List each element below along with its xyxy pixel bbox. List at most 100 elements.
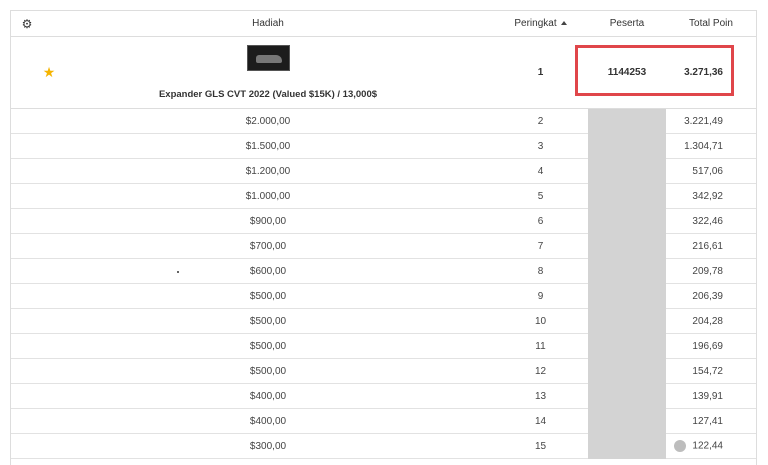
favorite-cell bbox=[11, 333, 43, 359]
table-row: $700,00 7 216,61 bbox=[11, 233, 756, 259]
sort-ascending-icon bbox=[560, 21, 567, 25]
favorite-cell bbox=[11, 233, 43, 259]
favorite-cell bbox=[11, 433, 43, 459]
prize-cell: $1.000,00 bbox=[43, 183, 493, 209]
prize-cell: $500,00 bbox=[43, 358, 493, 384]
table-row: $1.500,00 3 1.304,71 bbox=[11, 133, 756, 159]
rank-cell: 15 bbox=[493, 433, 588, 459]
prize-cell: $500,00 bbox=[43, 308, 493, 334]
points-cell: 216,61 bbox=[666, 233, 756, 259]
participant-cell bbox=[588, 433, 666, 459]
column-header-rank[interactable]: Peringkat bbox=[493, 11, 588, 37]
participant-cell bbox=[588, 108, 666, 134]
table-row: $1.200,00 4 517,06 bbox=[11, 158, 756, 184]
participant-cell bbox=[588, 208, 666, 234]
rank-cell: 14 bbox=[493, 408, 588, 434]
participant-cell bbox=[588, 158, 666, 184]
rank-cell: 10 bbox=[493, 308, 588, 334]
column-header-rank-label: Peringkat bbox=[514, 18, 557, 29]
points-cell: 3.221,49 bbox=[666, 108, 756, 134]
prize-cell: $700,00 bbox=[43, 233, 493, 259]
rank-cell: 6 bbox=[493, 208, 588, 234]
points-cell: 122,44 bbox=[666, 433, 756, 459]
prize-cell: $1.500,00 bbox=[43, 133, 493, 159]
participant-cell bbox=[588, 333, 666, 359]
rank-cell: 12 bbox=[493, 358, 588, 384]
participant-cell bbox=[588, 133, 666, 159]
participant-cell bbox=[588, 283, 666, 309]
prize-cell: $500,00 bbox=[43, 333, 493, 359]
column-header-prize[interactable]: Hadiah bbox=[43, 11, 493, 37]
points-cell: 139,91 bbox=[666, 383, 756, 409]
points-cell: 204,28 bbox=[666, 308, 756, 334]
table-row: $2.000,00 2 3.221,49 bbox=[11, 108, 756, 134]
table-row: $400,00 14 127,41 bbox=[11, 408, 756, 434]
prize-cell: $500,00 bbox=[43, 283, 493, 309]
prize-title: Expander GLS CVT 2022 (Valued $15K) / 13… bbox=[158, 89, 378, 100]
favorite-cell bbox=[11, 133, 43, 159]
column-header-participants[interactable]: Peserta bbox=[588, 11, 666, 37]
table-row: $1.000,00 5 342,92 bbox=[11, 183, 756, 209]
car-image bbox=[246, 45, 290, 71]
points-cell: 209,78 bbox=[666, 258, 756, 284]
participant-cell bbox=[588, 383, 666, 409]
points-cell: 127,41 bbox=[666, 408, 756, 434]
favorite-cell: ★ bbox=[11, 36, 55, 109]
prize-cell: $2.000,00 bbox=[43, 108, 493, 134]
rank-cell: 13 bbox=[493, 383, 588, 409]
rank-cell: 7 bbox=[493, 233, 588, 259]
prize-cell: Expander GLS CVT 2022 (Valued $15K) / 13… bbox=[43, 36, 493, 109]
prize-cell: $900,00 bbox=[43, 208, 493, 234]
points-cell: 322,46 bbox=[666, 208, 756, 234]
table-row: $500,00 10 204,28 bbox=[11, 308, 756, 334]
favorite-cell bbox=[11, 108, 43, 134]
participant-cell bbox=[588, 183, 666, 209]
points-cell: 206,39 bbox=[666, 283, 756, 309]
favorite-cell bbox=[11, 358, 43, 384]
stray-dot bbox=[177, 271, 179, 273]
settings-button[interactable]: ⚙ bbox=[11, 11, 43, 37]
rank-cell: 9 bbox=[493, 283, 588, 309]
favorite-cell bbox=[11, 283, 43, 309]
leaderboard-panel: ⚙ Hadiah Peringkat Peserta Total Poin ★ … bbox=[10, 10, 757, 465]
favorite-cell bbox=[11, 408, 43, 434]
table-row: $600,00 8 209,78 bbox=[11, 258, 756, 284]
column-header-total-points[interactable]: Total Poin bbox=[666, 11, 756, 37]
prize-cell: $1.200,00 bbox=[43, 158, 493, 184]
prize-cell: $400,00 bbox=[43, 383, 493, 409]
favorite-cell bbox=[11, 158, 43, 184]
participant-cell bbox=[588, 408, 666, 434]
prize-cell: $400,00 bbox=[43, 408, 493, 434]
rank-cell: 8 bbox=[493, 258, 588, 284]
table-header-row: ⚙ Hadiah Peringkat Peserta Total Poin bbox=[11, 11, 756, 37]
table-row: $300,00 15 122,44 bbox=[11, 433, 756, 459]
points-value: 122,44 bbox=[692, 440, 723, 452]
rank-cell: 1 bbox=[493, 36, 588, 109]
table-row: $500,00 12 154,72 bbox=[11, 358, 756, 384]
participant-cell bbox=[588, 358, 666, 384]
rank-cell: 2 bbox=[493, 108, 588, 134]
favorite-cell bbox=[11, 258, 43, 284]
participant-cell bbox=[588, 258, 666, 284]
points-cell: 1.304,71 bbox=[666, 133, 756, 159]
table-row: $500,00 9 206,39 bbox=[11, 283, 756, 309]
points-cell: 154,72 bbox=[666, 358, 756, 384]
rank-cell: 3 bbox=[493, 133, 588, 159]
gear-icon: ⚙ bbox=[21, 16, 33, 31]
participant-cell bbox=[588, 233, 666, 259]
points-cell: 196,69 bbox=[666, 333, 756, 359]
participant-cell bbox=[588, 308, 666, 334]
rank-cell: 11 bbox=[493, 333, 588, 359]
favorite-cell bbox=[11, 183, 43, 209]
rank-cell: 5 bbox=[493, 183, 588, 209]
table-row: $400,00 13 139,91 bbox=[11, 383, 756, 409]
points-cell: 517,06 bbox=[666, 158, 756, 184]
favorite-cell bbox=[11, 208, 43, 234]
loading-indicator-icon bbox=[674, 440, 687, 452]
points-cell: 342,92 bbox=[666, 183, 756, 209]
star-icon: ★ bbox=[42, 64, 56, 80]
favorite-cell bbox=[11, 308, 43, 334]
rank-cell: 4 bbox=[493, 158, 588, 184]
highlight-box bbox=[575, 45, 734, 96]
table-row: $900,00 6 322,46 bbox=[11, 208, 756, 234]
